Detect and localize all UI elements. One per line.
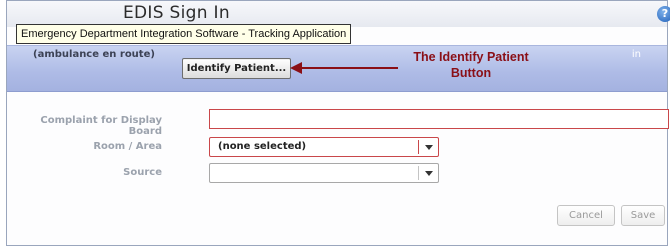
- window-tooltip: Emergency Department Integration Softwar…: [16, 24, 352, 44]
- identify-patient-button[interactable]: Identify Patient...: [182, 58, 291, 79]
- annotation-arrow-icon: [290, 62, 398, 74]
- source-label: Source: [123, 167, 162, 178]
- save-button[interactable]: Save: [621, 205, 665, 226]
- room-area-value: (none selected): [218, 141, 307, 152]
- select-divider: [418, 166, 419, 180]
- complaint-input[interactable]: [209, 109, 669, 129]
- source-select[interactable]: [209, 163, 439, 183]
- patient-status: (ambulance en route): [33, 49, 155, 60]
- select-divider: [418, 140, 419, 154]
- room-area-select[interactable]: (none selected): [209, 137, 439, 157]
- chevron-down-icon[interactable]: [425, 171, 433, 176]
- in-label: in: [631, 49, 641, 60]
- help-icon[interactable]: ?: [657, 6, 670, 22]
- room-area-label: Room / Area: [93, 141, 162, 152]
- annotation-callout: The Identify Patient Button: [391, 49, 551, 81]
- cancel-button[interactable]: Cancel: [557, 205, 615, 226]
- annotation-line-1: The Identify Patient: [413, 50, 529, 64]
- complaint-label: Complaint for Display Board: [40, 115, 162, 137]
- annotation-line-2: Button: [450, 66, 492, 80]
- window-title: EDIS Sign In: [123, 3, 230, 23]
- chevron-down-icon[interactable]: [425, 145, 433, 150]
